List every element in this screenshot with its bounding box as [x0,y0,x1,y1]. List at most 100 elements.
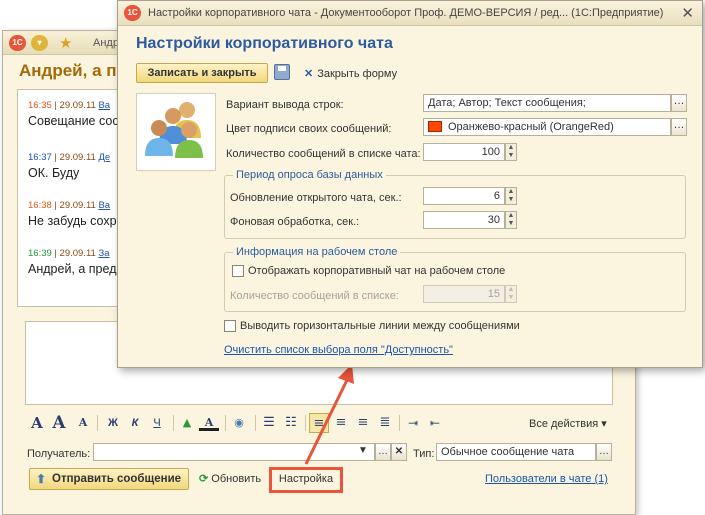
settings-window-title: Настройки корпоративного чата - Документ… [148,7,664,19]
send-arrow-icon: ⬆ [36,472,47,486]
message-author-link[interactable]: За [98,248,109,259]
own-color-select-button[interactable]: … [671,118,687,136]
type-select-button[interactable]: … [596,443,612,461]
underline-button[interactable]: Ч [147,413,167,433]
form-heading: Настройки корпоративного чата [136,35,393,52]
desktop-group: Информация на рабочем столе [224,246,686,312]
output-variant-label: Вариант вывода строк: [226,99,344,111]
close-icon[interactable]: ✕ [681,4,694,22]
refresh-label: Обновить [211,473,262,485]
chat-window-title: Андр [93,37,119,49]
message-date: 29.09.11 [59,100,96,111]
message-count-spinner[interactable]: ▲ ▼ [505,143,517,161]
refresh-icon: ⟳ [199,473,209,485]
message-meta: 16:37 | 29.09.11 Де [28,152,111,163]
message-author-link[interactable]: Ва [98,200,110,211]
type-label: Тип: [413,448,435,460]
clear-availability-list-link[interactable]: Очистить список выбора поля "Доступность… [224,344,453,356]
message-type-input[interactable]: Обычное сообщение чата [436,443,596,461]
recipient-clear-button[interactable]: ✕ [391,443,407,461]
polling-group-title: Период опроса базы данных [233,169,386,181]
desktop-count-input: 15 [423,285,505,303]
settings-button[interactable]: Настройка [269,467,343,493]
output-variant-select-button[interactable]: … [671,94,687,112]
background-processing-input[interactable]: 30 [423,211,505,229]
open-chat-refresh-label: Обновление открытого чата, сек.: [230,192,402,204]
desktop-count-label: Количество сообщений в списке: [230,290,399,302]
close-form-label: Закрыть форму [317,68,398,80]
desktop-count-spinner: ▲ ▼ [505,285,517,303]
show-on-desktop-checkbox[interactable] [232,265,244,277]
toolbar-divider [399,415,400,431]
message-date: 29.09.11 [59,200,96,211]
message-time: 16:37 [28,152,52,163]
open-chat-refresh-input[interactable]: 6 [423,187,505,205]
background-processing-label: Фоновая обработка, сек.: [230,216,360,228]
message-text: ОК. Буду [28,166,80,180]
save-disk-icon[interactable] [274,64,290,80]
horizontal-lines-checkbox[interactable] [224,320,236,332]
message-meta: 16:35 | 29.09.11 Ва [28,100,111,111]
message-text: Не забудь сохр [28,214,117,228]
refresh-button[interactable]: ⟳ Обновить [199,472,261,485]
own-color-value: Оранжево-красный (OrangeRed) [448,121,614,133]
color-swatch [428,121,442,132]
message-text: Андрей, а пред [28,262,117,276]
align-justify-icon[interactable]: ≣ [375,413,395,433]
open-chat-refresh-spinner[interactable]: ▲ ▼ [505,187,517,205]
toolbar-divider [255,415,256,431]
toolbar-divider [173,415,174,431]
bullet-list-icon[interactable]: ☰ [259,413,279,433]
output-variant-field[interactable]: Дата; Автор; Текст сообщения; [423,94,671,112]
1c-logo-icon: 1С [9,35,26,51]
desktop-group-title: Информация на рабочем столе [233,246,401,258]
users-in-chat-link[interactable]: Пользователи в чате (1) [485,473,608,485]
message-text: Совещание сос [28,114,119,128]
favorite-star-icon[interactable]: ★ [59,34,72,52]
close-form-button[interactable]: ✕ Закрыть форму [304,67,397,80]
recipient-select-button[interactable]: … [375,443,391,461]
users-group-icon [145,102,203,158]
bold-button[interactable]: Ж [103,413,123,433]
italic-button[interactable]: К [125,413,145,433]
message-meta: 16:38 | 29.09.11 Ва [28,200,111,211]
message-time: 16:38 [28,200,52,211]
chat-message-log[interactable]: 16:35 | 29.09.11 Ва Совещание сос 16:37 … [17,89,125,307]
polling-group: Период опроса базы данных [224,169,686,239]
users-picture [136,93,216,171]
toolbar-divider [225,415,226,431]
message-time: 16:35 [28,100,52,111]
message-time: 16:39 [28,248,52,259]
message-count-label: Количество сообщений в списке чата: [226,148,421,160]
save-and-close-button[interactable]: Записать и закрыть [136,63,268,83]
insert-image-icon[interactable]: ◉ [229,413,249,433]
show-on-desktop-label: Отображать корпоративный чат на рабочем … [248,265,506,277]
toolbar-divider [97,415,98,431]
send-message-button[interactable]: ⬆ Отправить сообщение [29,468,189,490]
message-meta: 16:39 | 29.09.11 За [28,248,110,259]
message-author-link[interactable]: Де [98,152,110,163]
own-color-field[interactable]: Оранжево-красный (OrangeRed) [423,118,671,136]
background-processing-spinner[interactable]: ▲ ▼ [505,211,517,229]
chat-heading: Андрей, а п [19,61,117,80]
indent-decrease-icon[interactable]: ⇤ [425,413,445,433]
recipient-label: Получатель: [27,448,91,460]
font-size-icon[interactable]: A [27,413,47,433]
message-date: 29.09.11 [59,248,96,259]
settings-window: 1С Настройки корпоративного чата - Докум… [117,0,703,368]
horizontal-lines-label: Выводить горизонтальные линии между сооб… [240,320,520,332]
own-color-label: Цвет подписи своих сообщений: [226,123,392,135]
font-shrink-icon[interactable]: A [73,413,93,433]
close-form-icon: ✕ [304,68,314,80]
settings-window-titlebar: 1С Настройки корпоративного чата - Докум… [118,1,702,26]
message-author-link[interactable]: Ва [98,100,110,111]
1c-logo-icon: 1С [124,5,141,21]
fill-color-icon[interactable]: ▲ [177,413,197,433]
indent-increase-icon[interactable]: ⇥ [403,413,423,433]
send-message-label: Отправить сообщение [52,473,182,485]
menu-chevron-icon[interactable]: ▾ [31,35,48,51]
all-actions-menu[interactable]: Все действия ▾ [529,417,607,430]
text-color-icon[interactable]: A [199,413,219,431]
font-grow-icon[interactable]: A [49,413,69,433]
message-count-input[interactable]: 100 [423,143,505,161]
